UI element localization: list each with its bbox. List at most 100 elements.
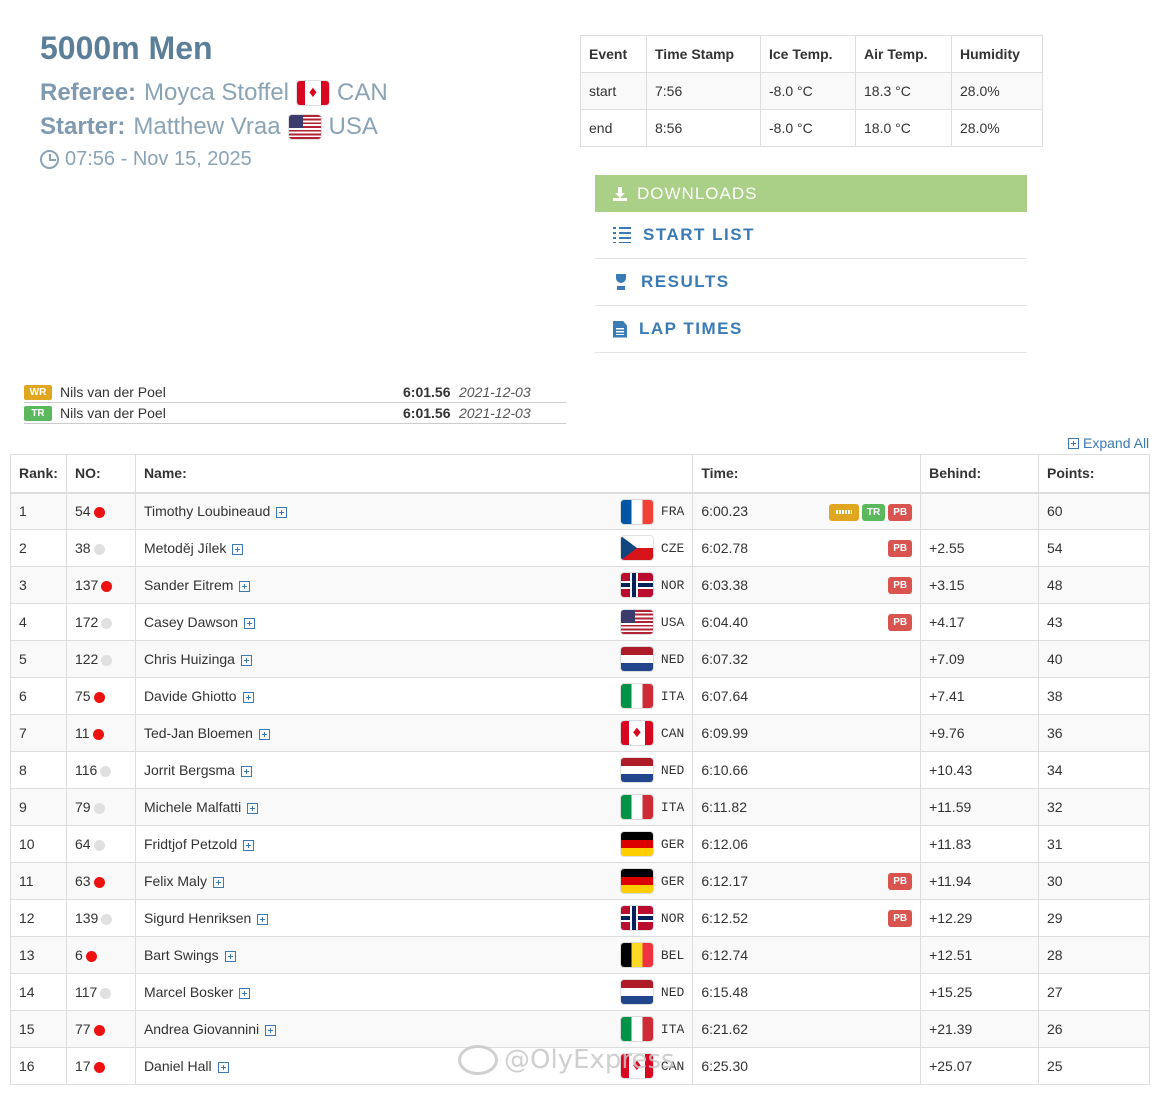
expand-row-icon[interactable] xyxy=(217,1061,229,1073)
skater-name[interactable]: Michele Malfatti xyxy=(144,799,241,815)
name-cell: Davide Ghiotto ITA xyxy=(134,677,694,715)
number-cell: 64 xyxy=(65,825,136,863)
expand-row-icon[interactable] xyxy=(224,950,236,962)
status-dot-icon xyxy=(100,987,112,999)
status-dot-icon xyxy=(93,1061,105,1073)
skater-name[interactable]: Davide Ghiotto xyxy=(144,688,237,704)
conditions-cell: -8.0 °C xyxy=(760,109,856,147)
wr-badge xyxy=(828,503,859,521)
expand-row-icon[interactable] xyxy=(243,839,255,851)
record-date: 2021-12-03 xyxy=(459,384,531,400)
lap-times-link[interactable]: LAP TIMES xyxy=(595,306,1027,353)
points-cell: 40 xyxy=(1038,640,1150,678)
skater-name[interactable]: Fridtjof Petzold xyxy=(144,836,237,852)
expand-row-icon[interactable] xyxy=(276,507,288,519)
nationality: CZE xyxy=(620,536,684,560)
time-cell: 6:21.62 xyxy=(692,1010,922,1048)
record-time: 6:01.56 xyxy=(403,405,451,421)
skater-name[interactable]: Casey Dawson xyxy=(144,614,238,630)
expand-row-icon[interactable] xyxy=(239,580,251,592)
bib-number: 79 xyxy=(74,799,91,815)
race-time: 6:12.17 xyxy=(701,873,749,889)
skater-name[interactable]: Andrea Giovannini xyxy=(144,1021,259,1037)
ger-flag-icon xyxy=(620,832,653,856)
skater-name[interactable]: Ted-Jan Bloemen xyxy=(144,725,253,741)
number-cell: 117 xyxy=(65,973,136,1011)
behind-cell: +10.43 xyxy=(920,751,1040,789)
skater-name[interactable]: Metoděj Jílek xyxy=(144,540,226,556)
race-time: 6:25.30 xyxy=(701,1058,749,1074)
time-cell: 6:10.66 xyxy=(692,751,922,789)
results-link[interactable]: RESULTS xyxy=(595,259,1027,306)
table-row: 15 77 Andrea Giovannini ITA 6:21.62 +21.39 26 xyxy=(10,1010,1150,1048)
name-cell: Jorrit Bergsma NED xyxy=(134,751,694,789)
time-cell: 6:11.82 xyxy=(692,788,922,826)
nationality: GER xyxy=(620,832,684,856)
skater-name[interactable]: Timothy Loubineaud xyxy=(144,503,270,519)
rank-header: Rank: xyxy=(10,454,67,494)
points-cell: 25 xyxy=(1038,1047,1150,1085)
race-time: 6:07.32 xyxy=(701,651,749,667)
name-cell: Ted-Jan Bloemen CAN xyxy=(134,714,694,752)
nationality-code: GER xyxy=(660,873,685,889)
pb-badge: PB xyxy=(888,910,913,927)
rank-cell: 12 xyxy=(10,899,67,937)
name-cell: Metoděj Jílek CZE xyxy=(134,529,694,567)
expand-row-icon[interactable] xyxy=(265,1024,277,1036)
rank-cell: 5 xyxy=(10,640,67,678)
points-header: Points: xyxy=(1038,454,1150,494)
skater-name[interactable]: Chris Huizinga xyxy=(144,651,235,667)
behind-cell: +2.55 xyxy=(920,529,1040,567)
number-cell: 116 xyxy=(65,751,136,789)
pb-badge: PB xyxy=(888,614,913,631)
start-list-link[interactable]: START LIST xyxy=(595,212,1027,259)
expand-row-icon[interactable] xyxy=(232,543,244,555)
rank-cell: 2 xyxy=(10,529,67,567)
conditions-cell: 18.3 °C xyxy=(855,72,952,110)
world-record-badge: WR xyxy=(24,384,52,400)
expand-row-icon[interactable] xyxy=(257,913,269,925)
race-time: 6:12.52 xyxy=(701,910,749,926)
skater-name[interactable]: Felix Maly xyxy=(144,873,207,889)
number-cell: 63 xyxy=(65,862,136,900)
status-dot-icon xyxy=(93,802,105,814)
behind-cell: +4.17 xyxy=(920,603,1040,641)
table-row: 7 11 Ted-Jan Bloemen CAN 6:09.99 +9.7636 xyxy=(10,714,1150,752)
nationality: ITA xyxy=(620,795,684,819)
behind-cell: +11.94 xyxy=(920,862,1040,900)
downloads-header[interactable]: DOWNLOADS xyxy=(595,175,1027,212)
name-cell: Marcel Bosker NED xyxy=(134,973,694,1011)
table-row: 3 137 Sander Eitrem NOR 6:03.38 PB +3.15 48 xyxy=(10,566,1150,604)
downloads-panel: DOWNLOADS START LIST RESULTS LAP TIMES xyxy=(595,175,1027,353)
skater-name[interactable]: Sander Eitrem xyxy=(144,577,233,593)
name-header: Name: xyxy=(134,454,694,494)
rank-cell: 3 xyxy=(10,566,67,604)
skater-name[interactable]: Jorrit Bergsma xyxy=(144,762,235,778)
record-badges: PB xyxy=(888,910,913,927)
bib-number: 137 xyxy=(74,577,99,593)
clock-icon xyxy=(40,150,59,169)
skater-name[interactable]: Bart Swings xyxy=(144,947,219,963)
expand-row-icon[interactable] xyxy=(240,765,252,777)
expand-row-icon[interactable] xyxy=(240,654,252,666)
time-cell: 6:15.48 xyxy=(692,973,922,1011)
expand-row-icon[interactable] xyxy=(244,617,256,629)
expand-row-icon[interactable] xyxy=(247,802,259,814)
nationality-code: NOR xyxy=(660,910,685,926)
trophy-icon xyxy=(613,273,629,291)
skater-name[interactable]: Daniel Hall xyxy=(144,1058,212,1074)
skater-name[interactable]: Sigurd Henriksen xyxy=(144,910,251,926)
rank-cell: 1 xyxy=(10,492,67,530)
nationality-code: NED xyxy=(660,762,685,778)
nationality-code: ITA xyxy=(660,1021,685,1037)
conditions-cell: 8:56 xyxy=(646,109,761,147)
expand-row-icon[interactable] xyxy=(239,987,251,999)
expand-row-icon[interactable] xyxy=(212,876,224,888)
expand-row-icon[interactable] xyxy=(242,691,254,703)
expand-all-link[interactable]: Expand All xyxy=(1068,435,1149,451)
event-datetime-text: 07:56 - Nov 15, 2025 xyxy=(65,148,252,170)
behind-cell: +11.59 xyxy=(920,788,1040,826)
expand-row-icon[interactable] xyxy=(258,728,270,740)
skater-name[interactable]: Marcel Bosker xyxy=(144,984,233,1000)
conditions-cell: 7:56 xyxy=(646,72,761,110)
